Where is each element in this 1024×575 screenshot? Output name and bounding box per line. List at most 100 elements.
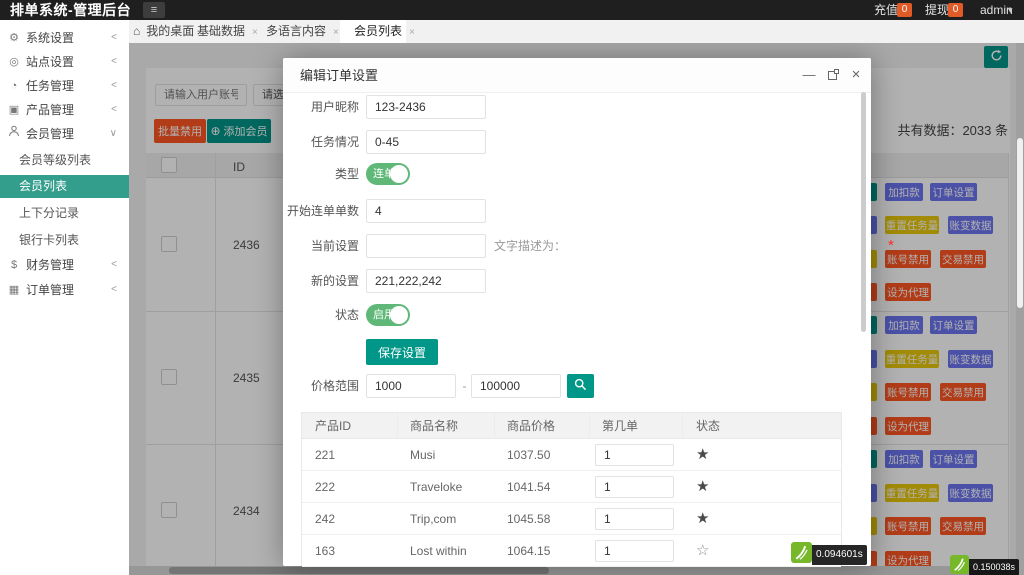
trace-leaf-icon	[791, 542, 812, 568]
close-icon[interactable]: ×	[333, 27, 339, 38]
star-filled-icon[interactable]: ★	[696, 439, 709, 471]
chevron-down-icon: ∨	[109, 128, 117, 139]
price-min-input[interactable]	[366, 374, 456, 398]
recharge-link[interactable]: 充值	[874, 0, 898, 20]
task-status-input[interactable]	[366, 130, 486, 154]
trace-time: 0.150038s	[969, 558, 1020, 575]
status-label: 状态	[334, 308, 359, 322]
withdraw-badge: 0	[948, 3, 963, 17]
sidebar-item-bank-card-list[interactable]: 银行卡列表	[0, 228, 129, 252]
order-number-input[interactable]	[595, 476, 674, 498]
new-setting-label: 新的设置	[310, 274, 359, 288]
trace-badge-modal: 0.094601s	[791, 542, 867, 568]
start-count-input[interactable]	[366, 199, 486, 223]
trace-time: 0.094601s	[812, 545, 867, 565]
type-toggle[interactable]: 连单	[366, 163, 410, 185]
product-table: 产品ID 商品名称 商品价格 第几单 状态 221 Musi 1037.50 ★…	[301, 412, 842, 567]
sidebar-item-product-management[interactable]: ▣ 产品管理 <	[0, 98, 129, 122]
star-outline-icon[interactable]: ☆	[696, 535, 709, 567]
product-price: 1064.15	[507, 544, 551, 558]
sidebar-item-order-management[interactable]: ▦ 订单管理 <	[0, 278, 129, 302]
tab-member-list[interactable]: 会员列表 ×	[340, 20, 415, 43]
recharge-badge: 0	[897, 3, 912, 17]
close-icon[interactable]: ×	[409, 27, 415, 38]
sidebar-item-member-management[interactable]: 会员管理 ∨	[0, 122, 129, 146]
withdraw-link[interactable]: 提现	[925, 0, 949, 20]
tab-multilanguage[interactable]: 多语言内容 ×	[266, 20, 339, 43]
modal-title: 编辑订单设置	[300, 68, 379, 83]
price-search-button[interactable]	[567, 374, 594, 398]
product-id: 221	[315, 448, 336, 462]
hamburger-menu-icon[interactable]: ≡	[143, 2, 165, 18]
task-status-label: 任务情况	[310, 135, 359, 149]
save-settings-button[interactable]: 保存设置	[366, 339, 439, 365]
caret-down-icon[interactable]: ▾	[1008, 0, 1013, 20]
tab-label: 多语言内容	[266, 24, 327, 38]
current-setting-label: 当前设置	[310, 239, 359, 253]
product-name: Traveloke	[410, 480, 463, 494]
gear-icon: ⚙	[9, 32, 19, 44]
col-order-number: 第几单	[602, 419, 639, 433]
home-icon: ⌂	[133, 24, 141, 38]
toggle-knob	[390, 306, 408, 324]
maximize-icon-inner	[834, 69, 839, 74]
price-range-label: 价格范围	[310, 379, 359, 393]
tab-bar: ⌂ 我的桌面 基础数据 × 多语言内容 × 会员列表 ×	[129, 20, 1024, 43]
product-price: 1037.50	[507, 448, 551, 462]
start-count-label: 开始连单单数	[286, 204, 359, 218]
site-icon: ◎	[9, 56, 19, 68]
sidebar-item-site-settings[interactable]: ◎ 站点设置 <	[0, 50, 129, 74]
sidebar-item-task-management[interactable]: ◔ 任务管理 <	[0, 74, 129, 98]
product-name: Lost within	[410, 544, 467, 558]
sidebar: ⚙ 系统设置 < ◎ 站点设置 < ◔ 任务管理 < ▣ 产品管理 < 会员管理…	[0, 20, 129, 575]
product-name: Trip,com	[410, 512, 457, 526]
product-id: 163	[315, 544, 336, 558]
product-name: Musi	[410, 448, 436, 462]
star-filled-icon[interactable]: ★	[696, 503, 709, 535]
member-icon	[8, 122, 20, 146]
modal-header: 编辑订单设置 — ×	[283, 58, 871, 93]
close-icon[interactable]: ×	[252, 27, 258, 38]
search-icon	[574, 378, 587, 394]
status-toggle[interactable]: 启用	[366, 304, 410, 326]
close-icon[interactable]: ×	[849, 67, 863, 82]
minimize-icon[interactable]: —	[802, 68, 816, 82]
col-status: 状态	[696, 419, 721, 433]
sidebar-item-member-list[interactable]: 会员列表	[0, 175, 129, 198]
tab-home[interactable]: ⌂ 我的桌面	[133, 20, 194, 43]
product-price: 1045.58	[507, 512, 551, 526]
modal-scrollbar-thumb[interactable]	[861, 92, 866, 332]
product-row: 242 Trip,com 1045.58 ★	[302, 503, 841, 535]
sidebar-item-finance-management[interactable]: $ 财务管理 <	[0, 253, 129, 277]
chevron-left-icon: <	[111, 56, 117, 67]
vertical-scrollbar-thumb[interactable]	[1017, 138, 1023, 308]
app-title: 排单系统-管理后台	[10, 2, 132, 18]
product-row: 222 Traveloke 1041.54 ★	[302, 471, 841, 503]
type-label: 类型	[334, 167, 359, 181]
order-number-input[interactable]	[595, 540, 674, 562]
order-number-input[interactable]	[595, 508, 674, 530]
sidebar-item-score-records[interactable]: 上下分记录	[0, 201, 129, 225]
maximize-icon[interactable]	[828, 69, 839, 80]
new-setting-input[interactable]	[366, 269, 486, 293]
col-product-price: 商品价格	[507, 419, 556, 433]
sidebar-item-member-level-list[interactable]: 会员等级列表	[0, 148, 129, 172]
nickname-label: 用户昵称	[310, 100, 359, 114]
tab-basic-data[interactable]: 基础数据 ×	[197, 20, 258, 43]
chevron-left-icon: <	[111, 259, 117, 270]
col-product-name: 商品名称	[410, 419, 459, 433]
product-price: 1041.54	[507, 480, 551, 494]
tab-label: 会员列表	[354, 24, 403, 38]
tab-label: 基础数据	[197, 24, 246, 38]
order-number-input[interactable]	[595, 444, 674, 466]
product-icon: ▣	[8, 104, 20, 116]
chevron-left-icon: <	[111, 104, 117, 115]
current-setting-input[interactable]	[366, 234, 486, 258]
price-max-input[interactable]	[471, 374, 561, 398]
sidebar-item-system-settings[interactable]: ⚙ 系统设置 <	[0, 26, 129, 50]
tab-label: 我的桌面	[146, 24, 195, 38]
dollar-icon: $	[10, 259, 18, 271]
nickname-input[interactable]	[366, 95, 486, 119]
star-filled-icon[interactable]: ★	[696, 471, 709, 503]
product-row: 163 Lost within 1064.15 ☆	[302, 535, 841, 567]
